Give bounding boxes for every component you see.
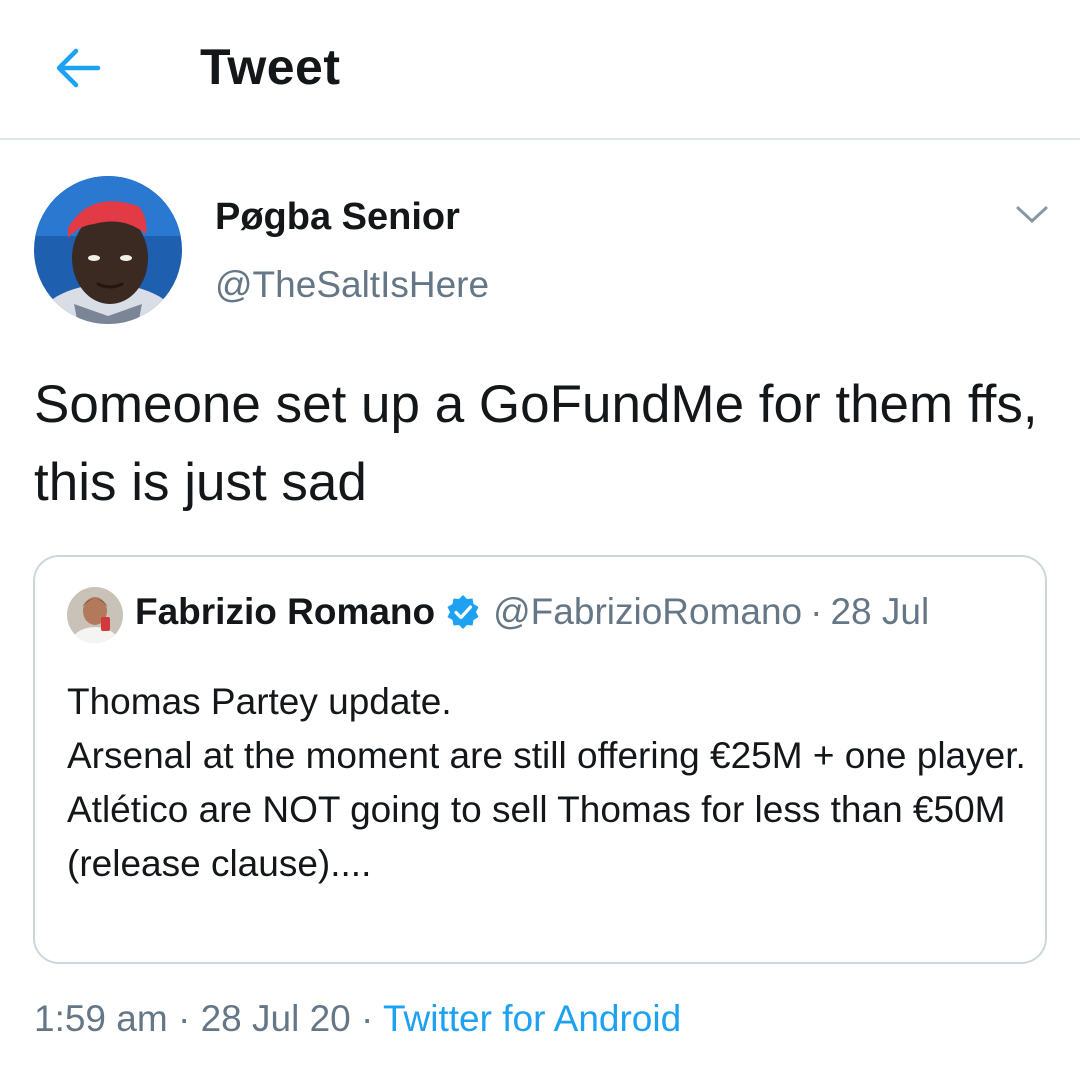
quoted-text-line: Arsenal at the moment are still offering… — [67, 735, 1026, 776]
avatar[interactable] — [34, 176, 182, 324]
tweet-date: 28 Jul 20 — [200, 998, 351, 1039]
quoted-header: Fabrizio Romano @FabrizioRomano · 28 Jul — [135, 591, 929, 633]
page-title: Tweet — [200, 39, 341, 95]
back-button[interactable] — [50, 40, 106, 96]
quoted-handle: @FabrizioRomano — [493, 591, 803, 632]
quoted-date: 28 Jul — [830, 591, 930, 632]
verified-badge-icon — [445, 594, 481, 630]
separator-dot: · — [810, 591, 823, 632]
arrow-left-icon — [56, 48, 101, 88]
quoted-text-line: Thomas Partey update. — [67, 681, 452, 722]
user-handle[interactable]: @TheSaltIsHere — [215, 264, 489, 306]
quoted-tweet-text: Thomas Partey update. Arsenal at the mom… — [67, 675, 1027, 891]
chevron-down-icon — [1016, 206, 1048, 223]
separator-dot: · — [361, 998, 374, 1039]
tweet-menu-button[interactable] — [1014, 200, 1050, 230]
quoted-tweet-card[interactable]: Fabrizio Romano @FabrizioRomano · 28 Jul… — [33, 555, 1047, 964]
quoted-avatar — [67, 587, 123, 643]
tweet-time: 1:59 am — [34, 998, 168, 1039]
quoted-text-line: Atlético are NOT going to sell Thomas fo… — [67, 789, 1006, 884]
quoted-display-name: Fabrizio Romano — [135, 591, 436, 632]
top-app-bar: Tweet — [0, 0, 1080, 140]
tweet-metadata: 1:59 am · 28 Jul 20 · Twitter for Androi… — [34, 998, 681, 1040]
separator-dot: · — [177, 998, 191, 1039]
tweet-source-link[interactable]: Twitter for Android — [383, 998, 681, 1039]
tweet-text: Someone set up a GoFundMe for them ffs, … — [34, 375, 1038, 512]
display-name[interactable]: Pøgba Senior — [215, 196, 460, 239]
